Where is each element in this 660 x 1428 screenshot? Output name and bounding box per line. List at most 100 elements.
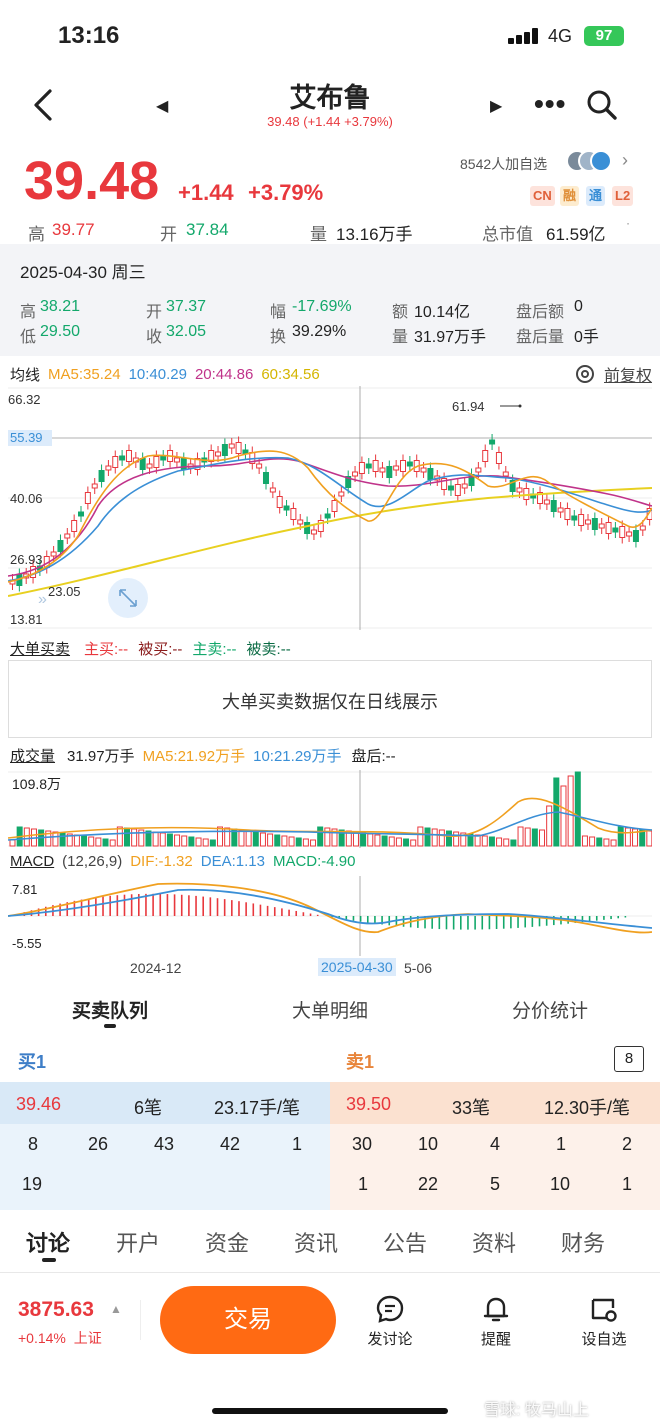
candle-body [482,450,489,462]
hist-open: 37.37 [166,298,207,315]
candle-body [78,511,85,517]
tab-queue[interactable]: 买卖队列 [0,996,220,1023]
tab-announcements[interactable]: 公告 [383,1226,427,1258]
volume-legend: 成交量 31.97万手 MA5:21.92万手 10:21.29万手 盘后:-- [10,745,396,766]
volume-bar [217,826,224,847]
buy-price: 39.46 [16,1094,62,1114]
macd-chart[interactable] [8,876,652,956]
next-stock-icon[interactable]: ▶ [490,96,502,116]
peak-label: 61.94 [452,399,485,414]
hist-amount-label: 额 [392,304,409,321]
volume-bar [195,837,202,847]
watchlist-button[interactable]: 设自选 [564,1294,644,1349]
passive-sell: 被卖:-- [246,641,291,658]
volume-bar [159,832,166,847]
volume-bar [417,826,424,847]
tag-cn[interactable]: CN [530,186,555,206]
macd-legend: MACD (12,26,9) DIF:-1.32 DEA:1.13 MACD:-… [10,853,356,870]
volume-bar [310,839,317,847]
high-value: 39.77 [52,220,95,239]
tag-margin[interactable]: 融 [560,186,580,206]
sell-queue-9: 10 [550,1174,571,1194]
candle-body [228,443,235,449]
prev-stock-icon[interactable]: ◀ [156,96,168,116]
candle-body [98,470,105,482]
volume-bar [531,828,538,847]
hist-after-amount-label: 盘后额 [516,304,565,321]
discuss-button[interactable]: 发讨论 [350,1294,430,1349]
volume-bar [410,839,417,847]
volume-bar [102,838,109,847]
orderbook-count-button[interactable]: 8 [614,1046,644,1072]
candle-body [420,467,427,473]
volume-bar [259,832,266,847]
y-label-mid: 40.06 [10,491,43,506]
y-label-top: 66.32 [8,392,41,407]
candle-body [564,508,571,520]
candle-body [605,522,612,534]
sell-queue-2: 10 [418,1134,439,1154]
sell-queue-10: 1 [622,1174,633,1194]
volume-bar [360,832,367,847]
more-icon[interactable]: ••• [534,88,566,120]
volume-bar [374,834,381,847]
candle-body [112,456,119,468]
sell-queue-6: 1 [358,1174,369,1194]
tab-open-account[interactable]: 开户 [116,1226,160,1258]
watchers-count[interactable]: 8542人加自选 [460,154,547,174]
candle-body [393,465,400,471]
tag-l2[interactable]: L2 [612,186,634,206]
candle-body [338,491,345,497]
tab-price-stats[interactable]: 分价统计 [440,996,660,1023]
kline-chart[interactable]: 66.32 55.39 40.06 26.93 23.05 13.81 61.9… [8,386,652,630]
adjust-selector[interactable]: 前复权 [574,362,652,386]
y-label-low1: 26.93 [10,552,43,567]
candle-body [221,444,228,456]
candle-body [400,460,407,472]
settings-icon[interactable] [574,363,596,385]
home-indicator[interactable] [212,1408,448,1414]
date-label-3: 5-06 [404,960,433,976]
scroll-left-icon[interactable]: » [38,591,47,608]
volume-chart[interactable] [8,770,652,848]
hist-amp: -17.69% [292,298,352,315]
tab-discussion[interactable]: 讨论 [26,1226,70,1258]
bigorder-title[interactable]: 大单买卖 [10,638,70,659]
index-name: 上证 [73,1330,102,1346]
volume-title[interactable]: 成交量 [10,745,55,766]
back-icon[interactable] [30,88,60,124]
volume-bar [166,833,173,847]
chevron-right-icon[interactable]: › [622,150,628,171]
macd-params: (12,26,9) [62,853,123,870]
candle-body [543,499,550,505]
search-icon[interactable] [586,89,617,120]
price-change-pct: +3.79% [248,180,324,205]
buy-orders: 6笔 [134,1098,163,1118]
trade-button[interactable]: 交易 [160,1286,336,1354]
tab-news[interactable]: 资讯 [294,1226,338,1258]
volume-bar [610,839,617,847]
volume-bar [267,833,274,847]
hist-amp-label: 幅 [270,304,287,321]
kline-svg[interactable]: 66.32 55.39 40.06 26.93 23.05 13.81 61.9… [8,386,652,630]
tab-profile[interactable]: 资料 [472,1226,516,1258]
index-change-row[interactable]: +0.14% 上证 [18,1328,102,1348]
adjust-label[interactable]: 前复权 [604,362,652,386]
watcher-avatars[interactable] [566,150,616,174]
index-value[interactable]: 3875.63 [18,1298,94,1322]
ma-legend[interactable]: 均线 MA5:35.24 10:40.29 20:44.86 60:34.56 [10,364,328,385]
candle-body [626,531,633,537]
tag-connect[interactable]: 通 [586,186,606,206]
macd-dif: DIF:-1.32 [130,853,193,870]
macd-value: MACD:-4.90 [272,853,356,870]
macd-title[interactable]: MACD [10,853,54,870]
more-stats-icon[interactable]: ˙ [626,220,632,240]
tab-financials[interactable]: 财务 [561,1226,605,1258]
tab-funds[interactable]: 资金 [205,1226,249,1258]
candle-body [352,471,359,477]
history-date: 2025-04-30 周三 [20,263,146,282]
tab-bigorder[interactable]: 大单明细 [220,996,440,1023]
buy-panel: 39.46 6笔 23.17手/笔 8 26 43 42 1 19 [0,1082,330,1210]
candle-body [324,513,331,519]
remind-button[interactable]: 提醒 [456,1294,536,1349]
